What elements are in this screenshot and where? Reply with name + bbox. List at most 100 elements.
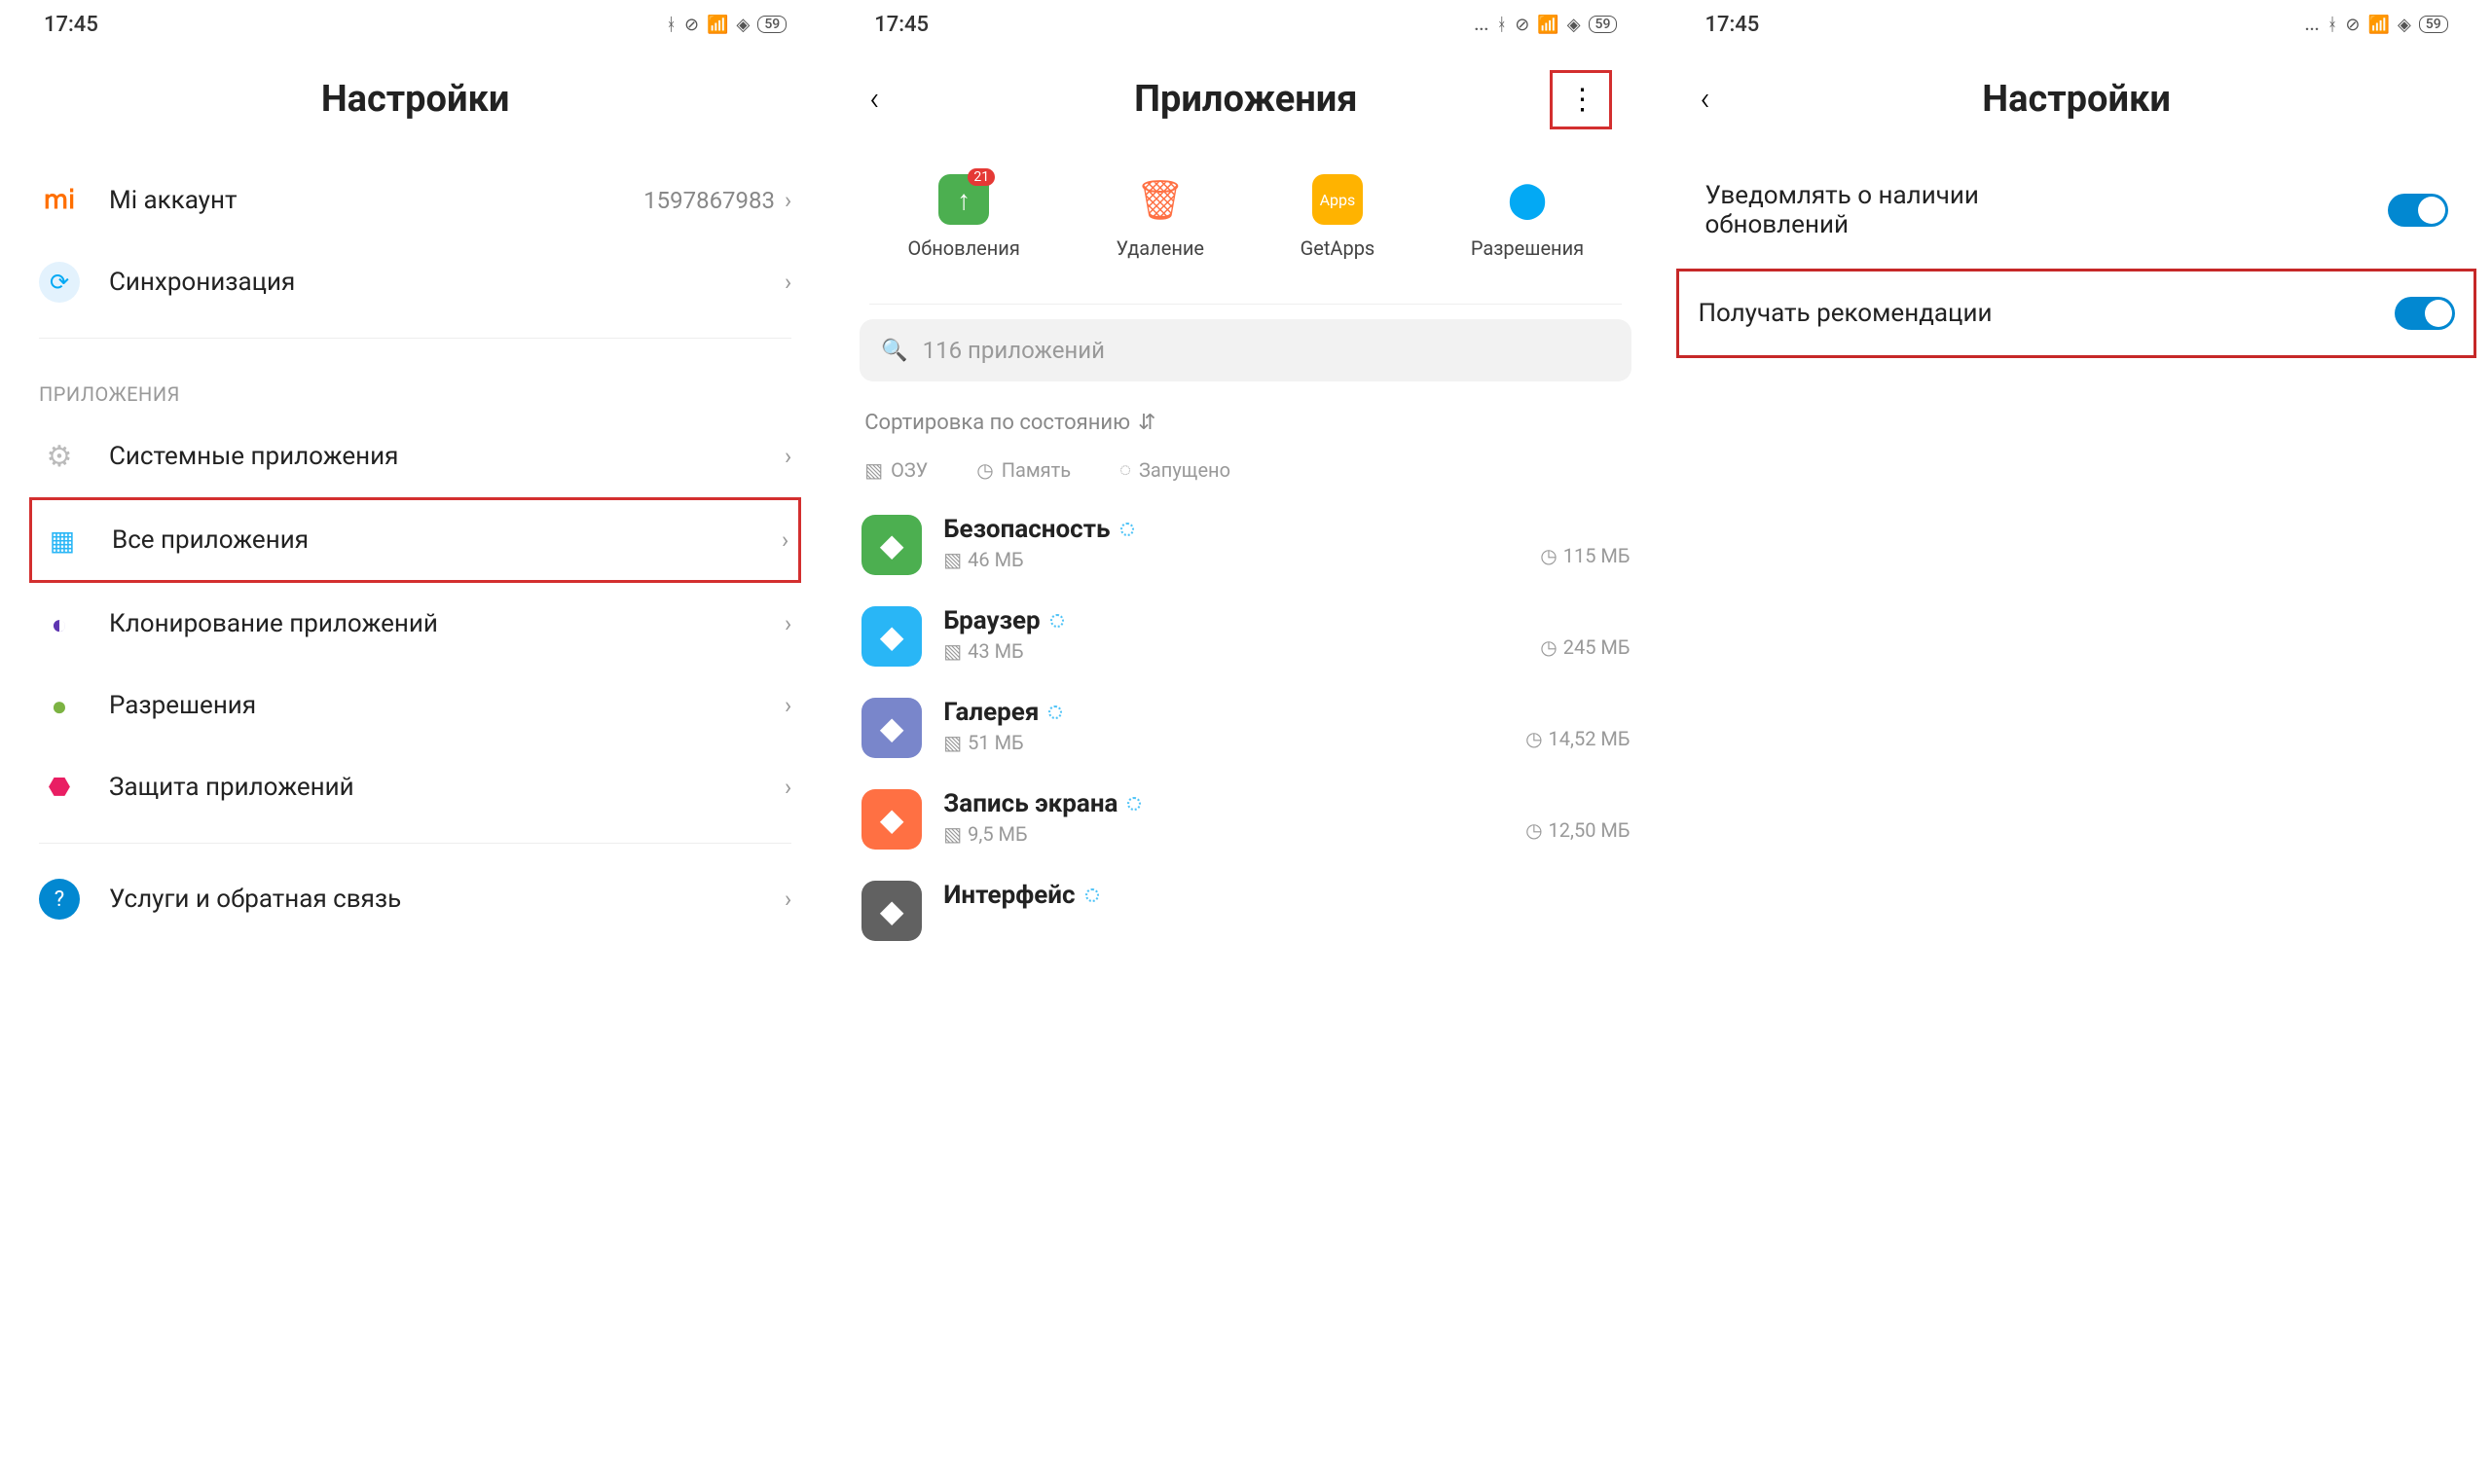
mute-icon: ⊘ [684, 15, 699, 35]
page-title: Настройки [1982, 78, 2171, 121]
header: Настройки [29, 49, 801, 160]
filter-ram[interactable]: ▧ОЗУ [864, 457, 928, 482]
app-icon: ◆ [861, 515, 922, 575]
mi-account-row[interactable]: ⅿⅰ Mi аккаунт 1597867983 › [29, 160, 801, 241]
toggle-switch[interactable] [2388, 194, 2448, 227]
status-icons: ... ᚼ ⊘ 📶 ◈ 59 [1474, 15, 1617, 35]
app-row[interactable]: ◆Браузер ▧43 МБ◷245 МБ [860, 591, 1631, 682]
grid-icon: ▦ [42, 520, 83, 561]
app-storage: ◷12,50 МБ [1525, 789, 1630, 842]
status-bar: 17:45 ᚼ ⊘ 📶 ◈ 59 [29, 0, 801, 49]
back-button[interactable]: ‹ [1700, 80, 1709, 119]
chip-icon: ▧ [943, 731, 962, 754]
bluetooth-icon: ᚼ [666, 15, 677, 35]
clock: 17:45 [1704, 13, 1759, 37]
app-name: Интерфейс [943, 881, 1630, 910]
apps-icon: Apps [1312, 174, 1363, 225]
divider [39, 843, 791, 844]
getapps-label: GetApps [1301, 236, 1375, 260]
app-protection-row[interactable]: ⬣ Защита приложений › [29, 746, 801, 828]
sync-row[interactable]: ⟳ Синхронизация › [29, 241, 801, 323]
recommendations-row[interactable]: Получать рекомендации [1683, 275, 2469, 351]
updates-action[interactable]: ↑21 Обновления [908, 174, 1020, 260]
clock-icon: ◷ [1525, 727, 1542, 750]
mi-account-label: Mi аккаунт [109, 186, 643, 215]
filter-storage[interactable]: ◷Память [976, 457, 1071, 482]
settings-pane: 17:45 ᚼ ⊘ 📶 ◈ 59 Настройки ⅿⅰ Mi аккаунт… [0, 0, 830, 1484]
search-box[interactable]: 🔍 116 приложений [860, 319, 1631, 381]
battery-icon: 59 [1589, 16, 1618, 33]
bluetooth-icon: ᚼ [1496, 15, 1507, 35]
toggle-switch[interactable] [2395, 297, 2455, 330]
sort-label: Сортировка по состоянию [864, 411, 1130, 435]
chevron-right-icon: › [785, 886, 791, 913]
search-placeholder: 116 приложений [923, 337, 1105, 364]
permissions-row[interactable]: ● Разрешения › [29, 665, 801, 746]
app-row[interactable]: ◆Запись экрана ▧9,5 МБ◷12,50 МБ [860, 774, 1631, 865]
all-apps-label: Все приложения [112, 525, 782, 555]
mute-icon: ⊘ [2345, 15, 2360, 35]
delete-action[interactable]: 🗑 Удаление [1116, 174, 1204, 260]
more-dots-icon: ... [2305, 15, 2320, 35]
app-row[interactable]: ◆Безопасность ▧46 МБ◷115 МБ [860, 499, 1631, 591]
bluetooth-icon: ᚼ [2327, 15, 2338, 35]
clone-icon: ◐ [39, 603, 80, 644]
app-list: ◆Безопасность ▧46 МБ◷115 МБ◆Браузер ▧43 … [860, 499, 1631, 957]
filter-running[interactable]: ◌Запущено [1119, 457, 1230, 482]
permissions-action[interactable]: ⬤ Разрешения [1471, 174, 1584, 260]
app-protection-label: Защита приложений [109, 773, 785, 802]
more-options-button[interactable]: ⋮ [1550, 70, 1612, 129]
app-name: Галерея [943, 698, 1504, 727]
spinner-icon [1120, 523, 1134, 536]
clock: 17:45 [44, 13, 98, 37]
chevron-right-icon: › [782, 526, 788, 554]
system-apps-row[interactable]: ⚙ Системные приложения › [29, 416, 801, 497]
notify-updates-row[interactable]: Уведомлять о наличии обновлений [1690, 160, 2462, 261]
app-row[interactable]: ◆ Интерфейс [860, 865, 1631, 957]
sync-label: Синхронизация [109, 268, 785, 297]
services-label: Услуги и обратная связь [109, 885, 785, 914]
person-icon: ⬤ [1502, 174, 1553, 225]
app-ram: ▧9,5 МБ [943, 822, 1504, 846]
app-storage: ◷14,52 МБ [1525, 698, 1630, 750]
app-ram: ▧46 МБ [943, 548, 1519, 571]
page-title: Настройки [321, 78, 510, 121]
gear-icon: ⚙ [39, 436, 80, 477]
updates-label: Обновления [908, 236, 1020, 260]
divider [39, 338, 791, 339]
apps-pane: 17:45 ... ᚼ ⊘ 📶 ◈ 59 ‹ Приложения ⋮ ↑21 … [830, 0, 1661, 1484]
help-icon: ? [39, 879, 80, 920]
app-name: Безопасность [943, 515, 1519, 544]
mute-icon: ⊘ [1515, 15, 1529, 35]
app-icon: ◆ [861, 698, 922, 758]
sort-arrows-icon: ⇵ [1138, 411, 1155, 435]
spinner-icon [1048, 706, 1062, 719]
chevron-right-icon: › [785, 774, 791, 801]
shield-icon: ⬣ [39, 767, 80, 808]
chevron-right-icon: › [785, 187, 791, 214]
getapps-action[interactable]: Apps GetApps [1301, 174, 1375, 260]
notify-label: Уведомлять о наличии обновлений [1704, 181, 2074, 239]
signal-icon: 📶 [707, 15, 728, 35]
more-dots-icon: ... [1474, 15, 1488, 35]
chevron-right-icon: › [785, 443, 791, 470]
delete-label: Удаление [1116, 236, 1204, 260]
services-row[interactable]: ? Услуги и обратная связь › [29, 858, 801, 940]
sync-icon: ⟳ [39, 262, 80, 303]
sort-selector[interactable]: Сортировка по состоянию ⇵ [860, 406, 1631, 450]
back-button[interactable]: ‹ [869, 80, 879, 119]
update-icon: ↑21 [938, 174, 989, 225]
chevron-right-icon: › [785, 610, 791, 637]
wifi-icon: ◈ [2398, 15, 2411, 35]
update-badge: 21 [968, 168, 995, 186]
all-apps-row[interactable]: ▦ Все приложения › [29, 497, 801, 583]
permissions-label: Разрешения [109, 691, 785, 720]
search-icon: 🔍 [881, 339, 907, 363]
spinner-icon [1085, 888, 1099, 902]
app-row[interactable]: ◆Галерея ▧51 МБ◷14,52 МБ [860, 682, 1631, 774]
wifi-icon: ◈ [1567, 15, 1581, 35]
header: ‹ Настройки [1690, 49, 2462, 160]
clone-apps-row[interactable]: ◐ Клонирование приложений › [29, 583, 801, 665]
wifi-icon: ◈ [736, 15, 750, 35]
app-icon: ◆ [861, 881, 922, 941]
